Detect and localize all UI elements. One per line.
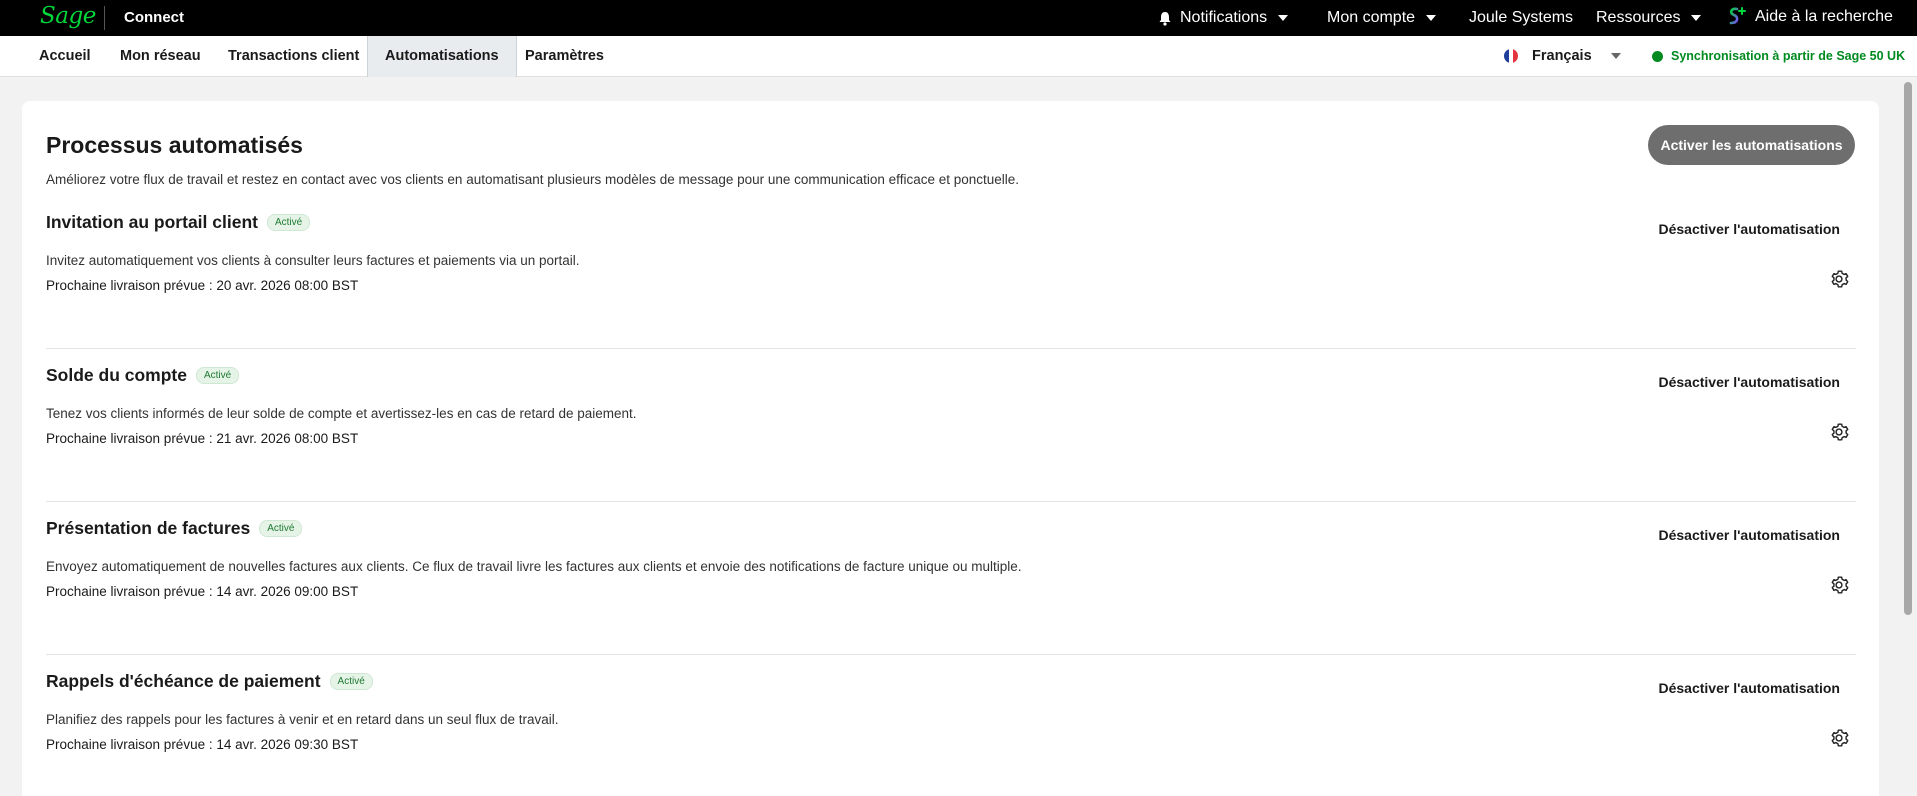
top-bar: Sage Connect Notifications Mon compte Jo… [0, 0, 1917, 36]
caret-down-icon [1278, 15, 1289, 21]
deactivate-automation-button[interactable]: Désactiver l'automatisation [1658, 680, 1840, 696]
automation-title: Solde du compte [46, 365, 187, 385]
automation-description: Envoyez automatiquement de nouvelles fac… [46, 559, 1022, 574]
main-nav: Accueil Mon réseau Transactions client A… [0, 36, 1917, 77]
product-name[interactable]: Connect [124, 9, 184, 26]
next-delivery: Prochaine livraison prévue : 14 avr. 202… [46, 584, 359, 599]
deactivate-automation-button[interactable]: Désactiver l'automatisation [1658, 374, 1840, 390]
page-description: Améliorez votre flux de travail et reste… [46, 172, 1020, 187]
tab-mon-reseau[interactable]: Mon réseau [103, 36, 218, 77]
status-badge: Activé [266, 214, 311, 231]
activate-automations-button[interactable]: Activer les automatisations [1648, 125, 1855, 165]
gear-icon[interactable] [1829, 269, 1849, 289]
next-delivery: Prochaine livraison prévue : 21 avr. 202… [46, 431, 359, 446]
caret-down-icon [1610, 53, 1621, 59]
automation-title: Rappels d'échéance de paiement [46, 671, 321, 691]
automation-description: Invitez automatiquement vos clients à co… [46, 253, 580, 268]
gear-icon[interactable] [1829, 728, 1849, 748]
notifications-menu[interactable]: Notifications [1158, 9, 1289, 27]
automation-title: Présentation de factures [46, 518, 251, 538]
automation-title: Invitation au portail client [46, 212, 258, 232]
sync-status: Synchronisation à partir de Sage 50 UK [1652, 49, 1905, 63]
language-selector[interactable]: Français [1504, 48, 1621, 64]
status-dot-icon [1652, 50, 1663, 62]
caret-down-icon [1426, 15, 1437, 21]
sync-text: Synchronisation à partir de Sage 50 UK [1671, 49, 1906, 63]
resources-label: Ressources [1596, 9, 1681, 26]
vertical-scrollbar[interactable] [1900, 77, 1917, 796]
caret-down-icon [1691, 15, 1702, 21]
sage-copilot-icon [1729, 7, 1746, 25]
deactivate-automation-button[interactable]: Désactiver l'automatisation [1658, 221, 1840, 237]
tab-automatisations[interactable]: Automatisations [367, 36, 517, 77]
help-search-button[interactable]: Aide à la recherche [1726, 6, 1893, 28]
gear-icon[interactable] [1829, 422, 1849, 442]
next-delivery: Prochaine livraison prévue : 20 avr. 202… [46, 278, 359, 293]
sage-logo[interactable]: Sage [40, 3, 96, 29]
france-flag-icon [1504, 49, 1518, 63]
automation-header: Présentation de factures Activé [46, 518, 303, 539]
company-label: Joule Systems [1469, 9, 1574, 26]
help-search-label: Aide à la recherche [1755, 8, 1893, 25]
logo-divider [104, 6, 105, 30]
account-menu[interactable]: Mon compte [1327, 9, 1437, 27]
scrollbar-thumb[interactable] [1904, 82, 1912, 615]
deactivate-automation-button[interactable]: Désactiver l'automatisation [1658, 527, 1840, 543]
gear-icon[interactable] [1829, 575, 1849, 595]
company-name[interactable]: Joule Systems [1469, 9, 1573, 27]
bell-icon [1159, 11, 1171, 26]
status-badge: Activé [259, 520, 303, 537]
notifications-label: Notifications [1180, 9, 1268, 26]
automation-description: Planifiez des rappels pour les factures … [46, 712, 559, 727]
automations-card: Processus automatisés Améliorez votre fl… [22, 101, 1879, 796]
tab-transactions-client[interactable]: Transactions client [211, 36, 376, 77]
automation-item: Rappels d'échéance de paiement Activé Pl… [46, 655, 1856, 796]
language-label: Français [1532, 48, 1592, 64]
status-badge: Activé [329, 673, 373, 690]
resources-menu[interactable]: Ressources [1596, 9, 1702, 27]
automation-item: Invitation au portail client Activé Invi… [46, 196, 1856, 349]
automation-description: Tenez vos clients informés de leur solde… [46, 406, 637, 421]
automation-header: Rappels d'échéance de paiement Activé [46, 671, 373, 692]
next-delivery: Prochaine livraison prévue : 14 avr. 202… [46, 737, 359, 752]
automation-header: Invitation au portail client Activé [46, 212, 311, 233]
tab-accueil[interactable]: Accueil [22, 36, 108, 77]
automation-item: Solde du compte Activé Tenez vos clients… [46, 349, 1856, 502]
account-label: Mon compte [1327, 9, 1416, 26]
status-badge: Activé [195, 367, 240, 384]
page-title: Processus automatisés [46, 132, 303, 158]
automation-header: Solde du compte Activé [46, 365, 240, 386]
automation-item: Présentation de factures Activé Envoyez … [46, 502, 1856, 655]
tab-parametres[interactable]: Paramètres [508, 36, 621, 77]
